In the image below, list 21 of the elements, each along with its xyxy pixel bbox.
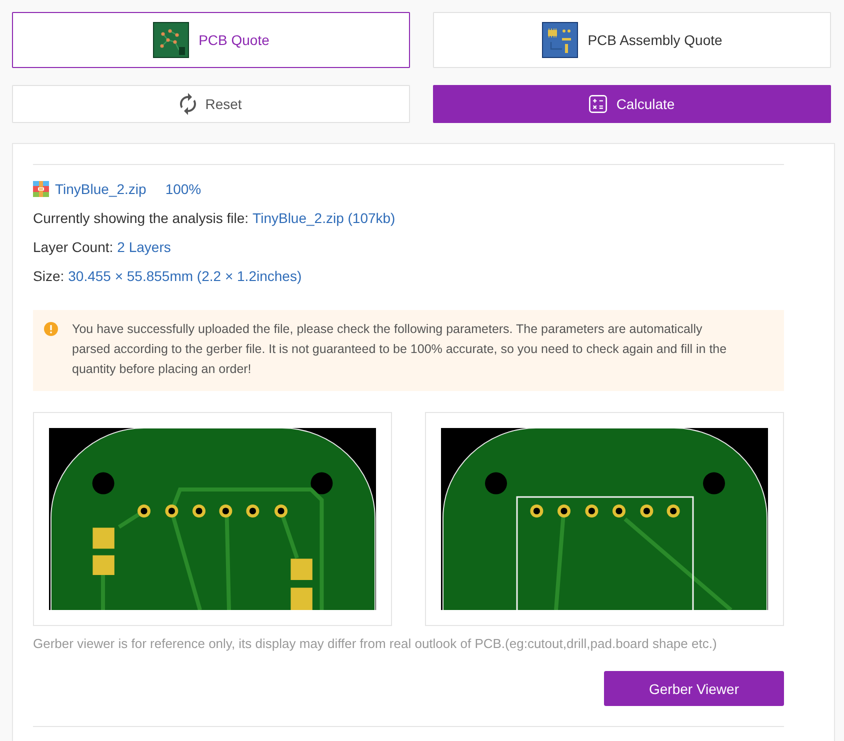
viewer-disclaimer: Gerber viewer is for reference only, its display may differ from real outlook of PCB.(eg:cutout,drill,pad.board shape etc.)	[33, 636, 718, 652]
detail-value: TinyBlue_2.zip (107kb)	[252, 210, 396, 226]
upload-status: 100%	[165, 180, 202, 196]
warning-icon	[44, 322, 58, 336]
reset-button[interactable]: Reset	[12, 85, 410, 123]
notice-text: You have successfully uploaded the file, please check the following parameters. The parameters are automatically parsed according to the gerber file. It is not guaranteed to be 100% accurate, so you need to check again and fill in the quantity before placing an order!	[72, 321, 728, 378]
quote-tab[interactable]: PCB Assembly Quote	[433, 12, 831, 68]
circuit-board-icon	[152, 22, 189, 58]
circuit-board-icon	[542, 22, 578, 58]
detail-label: Layer Count:	[33, 239, 114, 255]
calculator-icon	[589, 95, 608, 113]
detail-value: 30.455 × 55.855mm (2.2 × 1.2inches)	[68, 268, 302, 284]
gerber-viewer-button[interactable]: Gerber Viewer	[604, 671, 784, 706]
quote-tab[interactable]: PCB Quote	[12, 12, 410, 68]
archive-icon	[33, 180, 49, 196]
calculate-button[interactable]: Calculate	[433, 85, 831, 123]
detail-label: Size:	[33, 268, 64, 284]
file-name-link[interactable]: TinyBlue_2.zip	[55, 180, 146, 196]
refresh-icon	[180, 93, 196, 115]
detail-label: Currently showing the analysis file:	[33, 210, 249, 226]
detail-value: 2 Layers	[117, 239, 171, 255]
